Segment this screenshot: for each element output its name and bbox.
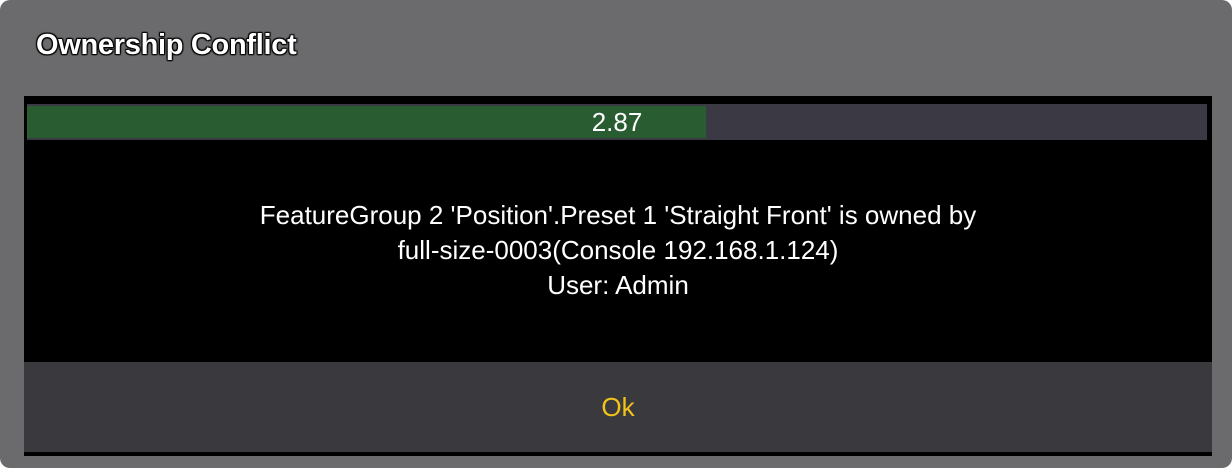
timeout-progress-bar: 2.87 <box>27 104 1207 140</box>
dialog-title-bar[interactable]: Ownership Conflict <box>0 0 1232 94</box>
ok-button[interactable]: Ok <box>24 362 1212 452</box>
message-line-1: FeatureGroup 2 'Position'.Preset 1 'Stra… <box>259 200 977 230</box>
dialog-body: 2.87 FeatureGroup 2 'Position'.Preset 1 … <box>24 96 1212 456</box>
message-line-2: full-size-0003(Console 192.168.1.124) <box>397 235 839 265</box>
dialog-title: Ownership Conflict <box>36 28 297 61</box>
conflict-message: FeatureGroup 2 'Position'.Preset 1 'Stra… <box>24 198 1212 303</box>
ok-button-label: Ok <box>601 391 635 422</box>
timeout-progress-label: 2.87 <box>591 107 643 137</box>
message-line-3: User: Admin <box>547 270 689 300</box>
ownership-conflict-dialog: Ownership Conflict 2.87 FeatureGroup 2 '… <box>0 0 1232 468</box>
